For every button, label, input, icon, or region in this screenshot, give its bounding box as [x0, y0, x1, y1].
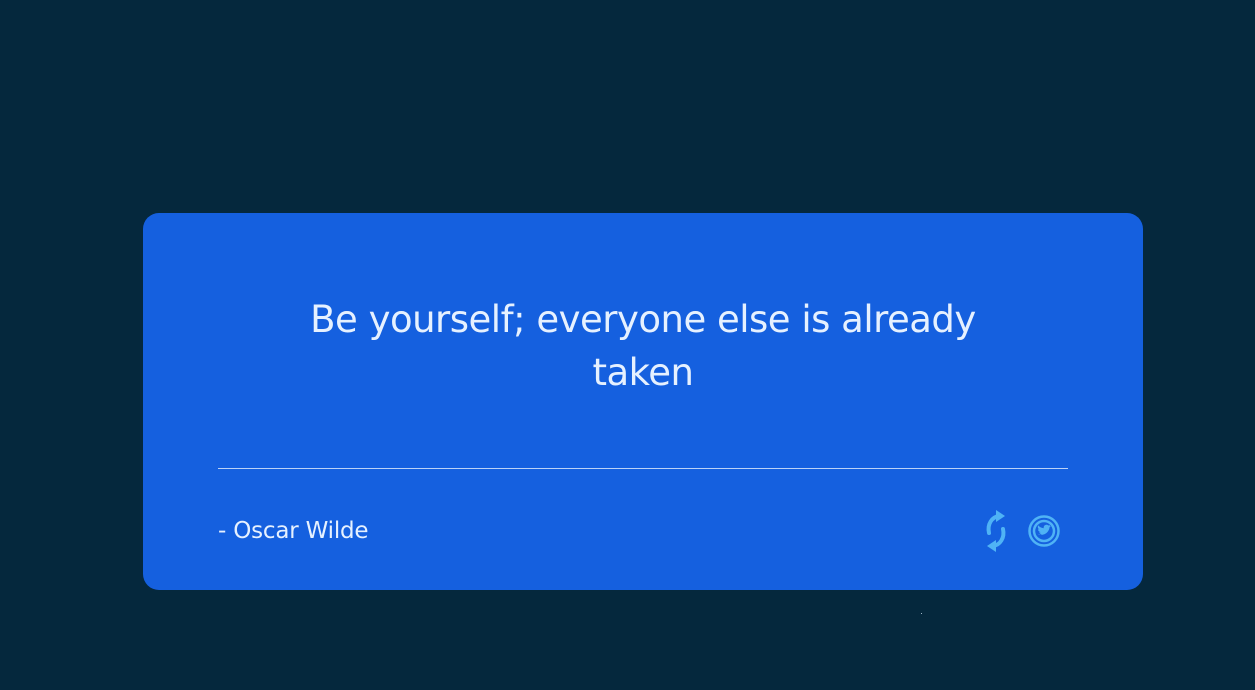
quote-text: Be yourself; everyone else is already ta…	[310, 298, 976, 394]
quote-card: Be yourself; everyone else is already ta…	[143, 213, 1143, 590]
page-background: Be yourself; everyone else is already ta…	[0, 0, 1255, 690]
action-buttons	[979, 509, 1061, 553]
stray-dot	[921, 613, 922, 614]
tweet-button[interactable]	[1027, 509, 1061, 553]
quote-author: - Oscar Wilde	[218, 518, 369, 544]
divider	[218, 468, 1068, 469]
twitter-icon	[1028, 515, 1060, 547]
new-quote-button[interactable]	[979, 509, 1013, 553]
refresh-icon	[986, 510, 1006, 552]
